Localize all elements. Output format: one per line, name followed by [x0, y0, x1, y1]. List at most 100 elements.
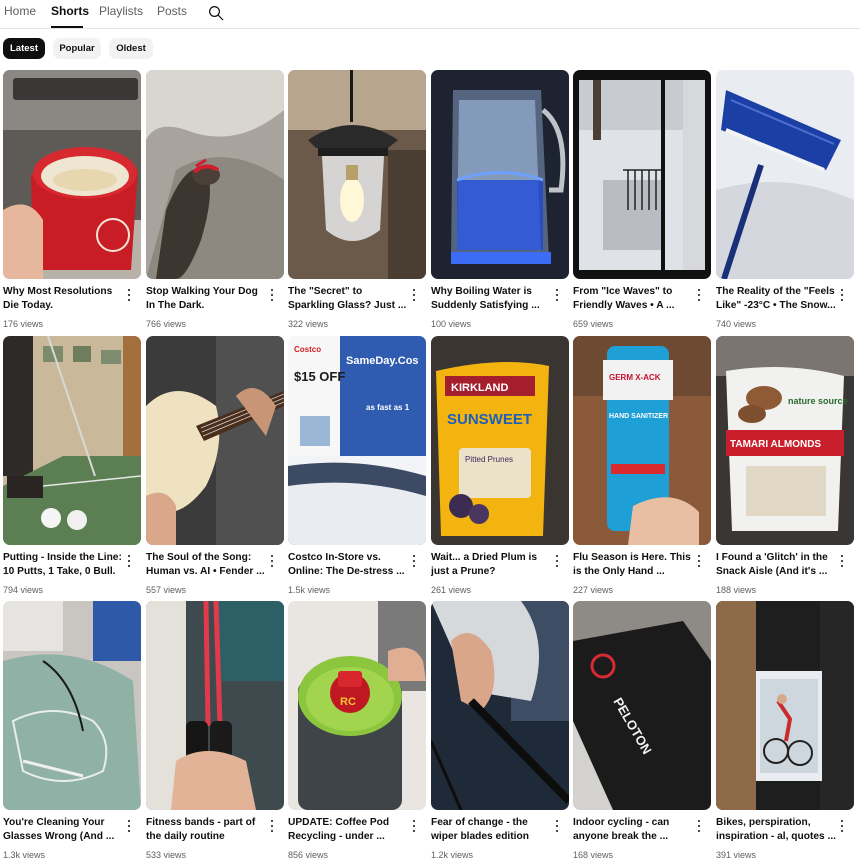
short-title[interactable]: Why Boiling Water is Suddenly Satisfying…	[431, 285, 551, 313]
thumbnail-guitar-image	[146, 336, 284, 545]
short-views: 261 views	[431, 585, 472, 595]
more-options-icon[interactable]	[552, 553, 562, 569]
short-title[interactable]: Indoor cycling - can anyone break the ..…	[573, 816, 693, 844]
thumbnail-peloton-image: PELOTON	[573, 601, 711, 810]
short-title[interactable]: Costco In-Store vs. Online: The De-stres…	[288, 551, 408, 579]
more-options-icon[interactable]	[409, 553, 419, 569]
more-options-icon[interactable]	[267, 287, 277, 303]
more-options-icon[interactable]	[837, 553, 847, 569]
thumbnail-brand-text: KIRKLAND	[451, 382, 508, 394]
chip-oldest[interactable]: Oldest	[109, 38, 153, 59]
chip-latest[interactable]: Latest	[3, 38, 45, 59]
short-views: 100 views	[431, 319, 472, 329]
tab-playlists[interactable]: Playlists	[99, 4, 143, 18]
short-views: 322 views	[288, 319, 329, 329]
short-views: 794 views	[3, 585, 44, 595]
more-options-icon[interactable]	[267, 818, 277, 834]
short-thumbnail[interactable]	[716, 601, 854, 810]
thumbnail-product-text: HAND SANITIZER	[609, 413, 668, 420]
short-title[interactable]: Wait... a Dried Plum is just a Prune?	[431, 551, 551, 579]
thumbnail-coffee-pod-image: RC	[288, 601, 426, 810]
short-views: 168 views	[573, 850, 614, 860]
short-thumbnail[interactable]: Costco SameDay.Cos $15 OFF as fast as 1	[288, 336, 426, 545]
short-thumbnail[interactable]: PELOTON	[573, 601, 711, 810]
short-thumbnail[interactable]: GERM X-ACK HAND SANITIZER	[573, 336, 711, 545]
short-title[interactable]: You're Cleaning Your Glasses Wrong (And …	[3, 816, 123, 844]
more-options-icon[interactable]	[552, 818, 562, 834]
thumbnail-cap-text: RC	[340, 696, 356, 708]
short-title[interactable]: Stop Walking Your Dog In The Dark.	[146, 285, 266, 313]
more-options-icon[interactable]	[694, 287, 704, 303]
short-thumbnail[interactable]	[431, 70, 569, 279]
more-options-icon[interactable]	[124, 553, 134, 569]
more-options-icon[interactable]	[409, 818, 419, 834]
thumbnail-wiper-blade-image	[431, 601, 569, 810]
tab-home[interactable]: Home	[4, 4, 36, 18]
short-title[interactable]: The "Secret" to Sparkling Glass? Just ..…	[288, 285, 408, 313]
short-title[interactable]: Flu Season is Here. This is the Only Han…	[573, 551, 693, 579]
short-title[interactable]: Fitness bands - part of the daily routin…	[146, 816, 266, 844]
short-title[interactable]: Fear of change - the wiper blades editio…	[431, 816, 551, 844]
short-views: 1.5k views	[288, 585, 331, 595]
more-options-icon[interactable]	[267, 553, 277, 569]
short-thumbnail[interactable]: nature source TAMARI ALMONDS	[716, 336, 854, 545]
more-options-icon[interactable]	[409, 287, 419, 303]
short-views: 1.3k views	[3, 850, 46, 860]
short-thumbnail[interactable]	[146, 601, 284, 810]
short-thumbnail[interactable]: RC	[288, 601, 426, 810]
short-views: 856 views	[288, 850, 329, 860]
chip-popular[interactable]: Popular	[53, 38, 101, 59]
short-thumbnail[interactable]: KIRKLAND SUNSWEET Pitted Prunes	[431, 336, 569, 545]
thumbnail-sub-text: Pitted Prunes	[465, 455, 513, 464]
thumbnail-snowy-steps-image	[573, 70, 711, 279]
more-options-icon[interactable]	[694, 818, 704, 834]
thumbnail-product-text: TAMARI ALMONDS	[730, 439, 821, 450]
thumbnail-fast-text: as fast as 1	[366, 403, 410, 412]
short-title[interactable]: The Reality of the "Feels Like" -23°C • …	[716, 285, 836, 313]
thumbnail-brand-text: GERM X-ACK	[609, 373, 661, 382]
short-title[interactable]: From "Ice Waves" to Friendly Waves • A .…	[573, 285, 693, 313]
short-title[interactable]: I Found a 'Glitch' in the Snack Aisle (A…	[716, 551, 836, 579]
more-options-icon[interactable]	[694, 553, 704, 569]
more-options-icon[interactable]	[837, 287, 847, 303]
thumbnail-product-text: SUNSWEET	[447, 411, 532, 428]
short-thumbnail[interactable]	[288, 70, 426, 279]
short-thumbnail[interactable]	[573, 70, 711, 279]
short-thumbnail[interactable]	[716, 70, 854, 279]
short-title[interactable]: Why Most Resolutions Die Today.	[3, 285, 123, 313]
tab-posts[interactable]: Posts	[157, 4, 187, 18]
short-views: 766 views	[146, 319, 187, 329]
short-views: 391 views	[716, 850, 757, 860]
short-title[interactable]: Bikes, perspiration, inspiration - al, q…	[716, 816, 836, 844]
thumbnail-snow-shovel-image	[716, 70, 854, 279]
thumbnail-fitness-bands-image	[146, 601, 284, 810]
short-title[interactable]: The Soul of the Song: Human vs. AI • Fen…	[146, 551, 266, 579]
search-icon[interactable]	[207, 4, 225, 22]
short-title[interactable]: UPDATE: Coffee Pod Recycling - under ...	[288, 816, 408, 844]
more-options-icon[interactable]	[124, 287, 134, 303]
thumbnail-pendant-lamp-image	[288, 70, 426, 279]
active-tab-indicator	[51, 26, 83, 28]
short-thumbnail[interactable]	[146, 336, 284, 545]
thumbnail-putting-mat-image	[3, 336, 141, 545]
short-thumbnail[interactable]	[3, 336, 141, 545]
short-views: 740 views	[716, 319, 757, 329]
short-views: 227 views	[573, 585, 614, 595]
thumbnail-sameday-text: SameDay.Cos	[346, 355, 419, 367]
short-thumbnail[interactable]	[431, 601, 569, 810]
short-thumbnail[interactable]	[146, 70, 284, 279]
short-views: 1.2k views	[431, 850, 474, 860]
thumbnail-cycling-poster-image	[716, 601, 854, 810]
short-thumbnail[interactable]	[3, 70, 141, 279]
thumbnail-prunes-bag-image: KIRKLAND SUNSWEET Pitted Prunes	[431, 336, 569, 545]
more-options-icon[interactable]	[552, 287, 562, 303]
tab-shorts[interactable]: Shorts	[51, 4, 89, 18]
more-options-icon[interactable]	[837, 818, 847, 834]
thumbnail-brand-text: Costco	[294, 345, 321, 354]
short-views: 659 views	[573, 319, 614, 329]
more-options-icon[interactable]	[124, 818, 134, 834]
short-title[interactable]: Putting - Inside the Line: 10 Putts, 1 T…	[3, 551, 123, 579]
short-thumbnail[interactable]	[3, 601, 141, 810]
short-views: 176 views	[3, 319, 44, 329]
thumbnail-brand-text: nature source	[788, 396, 848, 406]
